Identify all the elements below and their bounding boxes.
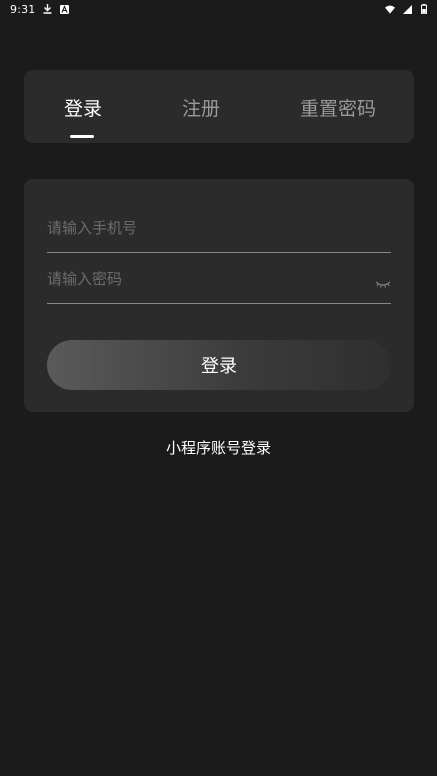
status-bar: 9:31: [0, 0, 437, 18]
password-field-container: [47, 254, 391, 304]
eye-closed-icon[interactable]: [375, 274, 391, 288]
login-screen: 9:31 登录 注册 重置密码 请输入手机号 登录 小程序账号登录: [0, 0, 437, 776]
status-left: 9:31: [10, 3, 70, 16]
a-notification-icon: [60, 4, 70, 14]
active-tab-indicator: [70, 135, 94, 138]
signal-icon: [402, 4, 412, 14]
phone-field-container: [47, 203, 391, 253]
status-time: 9:31: [10, 2, 36, 16]
login-form: 登录: [24, 179, 414, 412]
auth-tabs: 登录 注册 重置密码: [24, 70, 414, 143]
battery-icon: [419, 4, 429, 14]
tab-register[interactable]: 注册: [182, 94, 220, 124]
tab-login[interactable]: 登录: [64, 94, 102, 124]
wifi-icon: [385, 4, 395, 14]
mini-program-login-link[interactable]: 小程序账号登录: [0, 437, 437, 458]
password-input[interactable]: [47, 254, 391, 303]
phone-input[interactable]: [47, 203, 391, 252]
tab-reset-password[interactable]: 重置密码: [300, 94, 376, 124]
status-right: [385, 4, 429, 14]
login-button[interactable]: 登录: [47, 340, 391, 390]
download-icon: [43, 4, 53, 14]
